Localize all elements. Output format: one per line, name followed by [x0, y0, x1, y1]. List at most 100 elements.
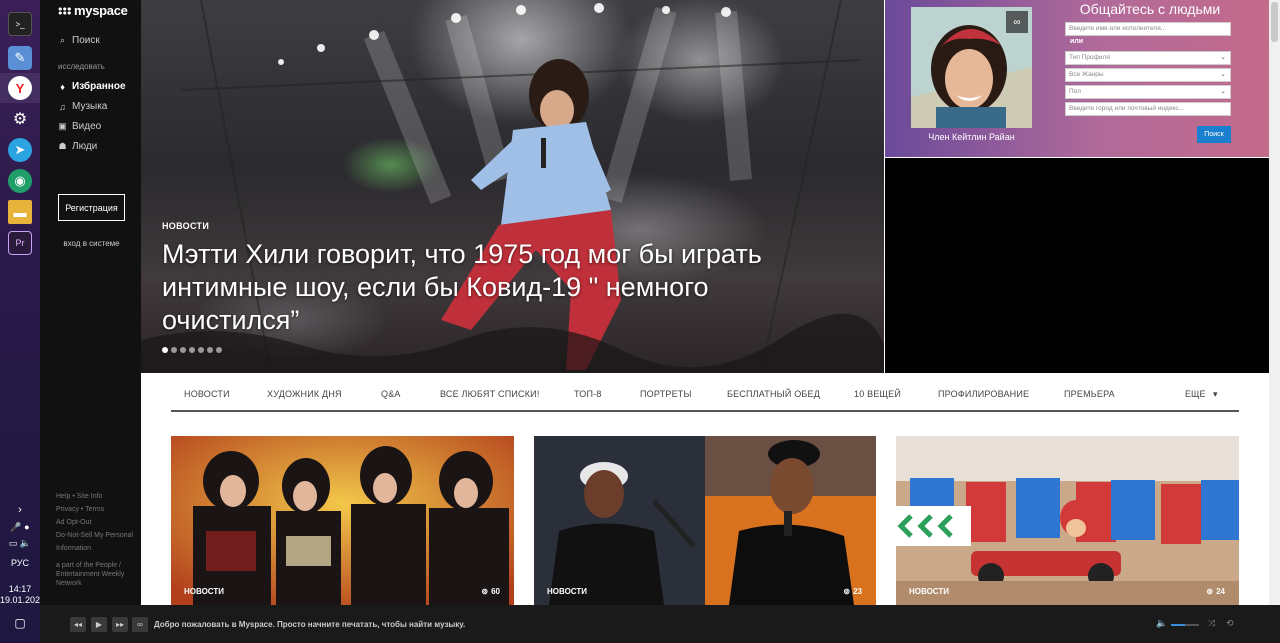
slider-dots[interactable] — [162, 347, 222, 353]
file-explorer-icon[interactable]: ▬ — [8, 200, 32, 224]
notes-app-icon[interactable]: ✎ — [8, 46, 32, 70]
footer-adoptout-link[interactable]: Ad Opt-Out — [56, 519, 91, 526]
member-avatar[interactable]: ∞ — [911, 7, 1032, 128]
sidebar-item-label: Избранное — [72, 81, 126, 92]
footer-help-link[interactable]: Help — [56, 493, 70, 500]
sidebar-item-label: Видео — [72, 121, 102, 132]
search-label: Поиск — [72, 35, 100, 46]
category-lists[interactable]: ВСЕ ЛЮБЯТ СПИСКИ! — [440, 389, 540, 399]
category-10-things[interactable]: 10 ВЕЩЕЙ — [854, 389, 901, 399]
yandex-browser-icon[interactable]: Y — [8, 76, 32, 100]
category-nav: НОВОСТИ ХУДОЖНИК ДНЯ Q&A ВСЕ ЛЮБЯТ СПИСК… — [171, 380, 1239, 412]
search-icon: ⌕ — [59, 35, 66, 45]
volume-icon[interactable]: 🔈 — [1156, 618, 1167, 629]
card-category-tag[interactable]: НОВОСТИ — [909, 587, 949, 596]
connect-rings-icon[interactable]: ∞ — [132, 617, 148, 632]
connect-title: Общайтесь с людьми — [1079, 1, 1221, 17]
article-image-band — [896, 436, 1239, 605]
slider-dot[interactable] — [189, 347, 195, 353]
sidebar-item-label: Музыка — [72, 101, 108, 112]
footer-donotsell-link[interactable]: Do-Not-Sell My Personal Information — [56, 529, 136, 555]
card-share-count[interactable]: ⊚ 60 — [481, 587, 500, 596]
article-card-1[interactable]: НОВОСТИ ⊚ 60 — [171, 436, 514, 605]
connect-search-button[interactable]: Поиск — [1197, 126, 1231, 143]
chevron-up-icon[interactable]: › — [0, 505, 40, 516]
card-count-value: 24 — [1216, 587, 1225, 596]
rings-icon: ⊚ — [843, 587, 851, 596]
fast-forward-icon[interactable]: ▸▸ — [112, 617, 128, 632]
category-portraits[interactable]: ПОРТРЕТЫ — [640, 389, 692, 399]
article-image-band — [534, 436, 876, 605]
card-share-count[interactable]: ⊚ 23 — [843, 587, 862, 596]
category-top8[interactable]: ТОП-8 — [574, 389, 602, 399]
name-search-input[interactable]: Введите имя или исполнителя... — [1065, 22, 1231, 36]
footer-siteinfo-link[interactable]: Site Info — [77, 493, 103, 500]
myspace-logo[interactable]: myspace — [58, 3, 128, 18]
card-category-tag[interactable]: НОВОСТИ — [547, 587, 587, 596]
clock-time[interactable]: 14:17 — [0, 584, 40, 595]
card-category-tag[interactable]: НОВОСТИ — [184, 587, 224, 596]
tray-icons[interactable]: 🎤 ● — [0, 522, 40, 533]
category-news[interactable]: НОВОСТИ — [184, 389, 230, 399]
clock-date[interactable]: 19.01.2021 — [0, 595, 45, 606]
register-button[interactable]: Регистрация — [58, 194, 125, 221]
article-card-3[interactable]: НОВОСТИ ⊚ 24 — [896, 436, 1239, 605]
settings-gear-icon[interactable]: ⚙ — [8, 107, 32, 131]
rewind-icon[interactable]: ◂◂ — [70, 617, 86, 632]
video-icon: ▣ — [58, 121, 67, 131]
volume-tray-icon[interactable]: ▭ 🔈 — [0, 538, 40, 549]
rings-icon: ⊚ — [1206, 587, 1214, 596]
terminal-icon[interactable]: >_ — [8, 12, 32, 36]
location-input[interactable]: Введите город или почтовый индекс... — [1065, 102, 1231, 116]
member-caption[interactable]: Член Кейтлин Райан — [911, 132, 1032, 142]
repeat-icon[interactable]: ⟲ — [1226, 618, 1234, 629]
slider-dot[interactable] — [207, 347, 213, 353]
messenger-icon[interactable]: ◉ — [8, 169, 32, 193]
volume-slider[interactable] — [1171, 624, 1199, 626]
language-indicator[interactable]: РУС — [0, 558, 40, 569]
more-label: ЕЩЕ — [1185, 389, 1206, 399]
profile-type-select[interactable]: Тип Профиля ⌄ — [1065, 51, 1231, 65]
footer-privacy-link[interactable]: Privacy — [56, 506, 79, 513]
card-share-count[interactable]: ⊚ 24 — [1206, 587, 1225, 596]
slider-dot[interactable] — [216, 347, 222, 353]
slider-dot[interactable] — [180, 347, 186, 353]
telegram-icon[interactable]: ➤ — [8, 138, 32, 162]
play-icon[interactable]: ▶ — [91, 617, 107, 632]
category-artist-of-day[interactable]: ХУДОЖНИК ДНЯ — [267, 389, 342, 399]
more-dropdown[interactable]: ЕЩЕ ▾ — [1185, 389, 1218, 400]
sidebar-item-video[interactable]: ▣ Видео — [58, 121, 101, 132]
sidebar-item-people[interactable]: ☗ Люди — [58, 141, 97, 152]
gender-select[interactable]: Пол ⌄ — [1065, 85, 1231, 99]
login-link[interactable]: вход в системе — [58, 238, 125, 250]
footer-terms-link[interactable]: Terms — [85, 506, 104, 513]
connect-rings-icon[interactable]: ∞ — [1006, 11, 1028, 33]
card-count-value: 23 — [853, 587, 862, 596]
category-premiere[interactable]: ПРЕМЬЕРА — [1064, 389, 1115, 399]
shuffle-icon[interactable]: ⤨ — [1208, 618, 1215, 629]
sidebar-item-music[interactable]: ♫ Музыка — [58, 101, 107, 112]
profile-type-value: Тип Профиля — [1069, 54, 1110, 61]
sidebar-item-featured[interactable]: ♦ Избранное — [58, 81, 126, 92]
slider-dot[interactable] — [198, 347, 204, 353]
article-card-2[interactable]: НОВОСТИ ⊚ 23 — [534, 436, 876, 605]
slider-dot[interactable] — [171, 347, 177, 353]
category-profiling[interactable]: ПРОФИЛИРОВАНИЕ — [938, 389, 1029, 399]
hero-headline[interactable]: Мэтти Хили говорит, что 1975 год мог бы … — [162, 238, 822, 337]
hero-category-tag[interactable]: НОВОСТИ — [162, 221, 209, 231]
chevron-down-icon: ⌄ — [1220, 54, 1226, 61]
hero-slider[interactable]: НОВОСТИ Мэтти Хили говорит, что 1975 год… — [141, 0, 884, 373]
search-link[interactable]: ⌕ Поиск — [58, 35, 100, 46]
notification-icon[interactable]: ▢ — [0, 617, 40, 629]
category-free-lunch[interactable]: БЕСПЛАТНЫЙ ОБЕД — [727, 389, 820, 399]
sidebar-item-label: Люди — [72, 141, 98, 152]
gender-value: Пол — [1069, 88, 1081, 95]
category-qa[interactable]: Q&A — [381, 389, 401, 399]
genres-value: Все Жанры — [1069, 71, 1104, 78]
premiere-pro-icon[interactable]: Pr — [8, 231, 32, 255]
page-scrollbar[interactable] — [1269, 0, 1280, 605]
chevron-down-icon: ⌄ — [1220, 88, 1226, 95]
slider-dot[interactable] — [162, 347, 168, 353]
scrollbar-thumb[interactable] — [1271, 2, 1278, 42]
genres-select[interactable]: Все Жанры ⌄ — [1065, 68, 1231, 82]
